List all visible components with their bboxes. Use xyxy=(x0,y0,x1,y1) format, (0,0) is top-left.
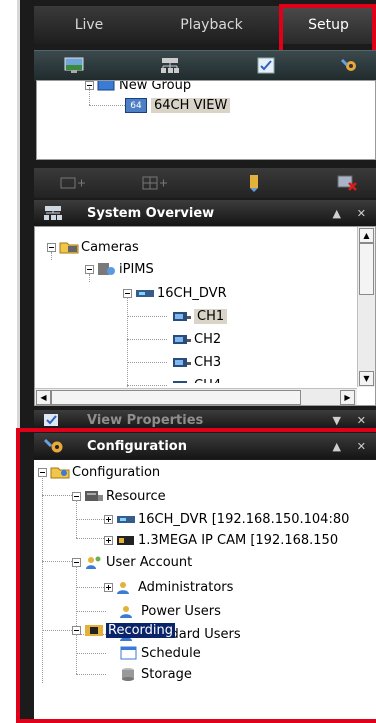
scroll-right-button[interactable]: ▶ xyxy=(340,390,355,405)
display-icon[interactable] xyxy=(64,57,84,74)
checklist-icon[interactable] xyxy=(256,57,276,74)
tab-live[interactable]: Live xyxy=(34,6,144,44)
panel-controls[interactable]: ▼ ✕ xyxy=(332,414,372,427)
tab-live-label: Live xyxy=(74,17,104,33)
settings-icon[interactable] xyxy=(339,57,359,74)
dvr-label: 16CH_DVR xyxy=(157,285,227,301)
tree-item-cameras[interactable]: Cameras xyxy=(47,237,139,257)
view-properties-header[interactable]: View Properties ▼ ✕ xyxy=(34,410,376,430)
group-icon xyxy=(97,81,115,92)
tab-playback-label: Playback xyxy=(180,17,243,33)
tree-item-ch1[interactable]: CH1 xyxy=(169,306,228,326)
tree-item-ch3[interactable]: CH3 xyxy=(169,352,221,372)
group-tree-panel: New Group 64 64CH VIEW xyxy=(36,80,376,160)
ch3-label: CH3 xyxy=(194,354,222,370)
system-overview-header[interactable]: System Overview ▲ ✕ xyxy=(34,200,376,226)
camera-icon xyxy=(172,332,191,346)
scroll-up-button[interactable]: ▲ xyxy=(359,228,374,243)
tab-playback[interactable]: Playback xyxy=(144,6,279,44)
collapse-toggle[interactable] xyxy=(85,264,94,274)
cameras-label: Cameras xyxy=(81,239,139,255)
tree-item-64ch-view[interactable]: 64 64CH VIEW xyxy=(125,95,231,115)
system-overview-title: System Overview xyxy=(87,205,215,221)
view-properties-title: View Properties xyxy=(87,412,204,428)
network-icon xyxy=(43,205,63,225)
ch1-label: CH1 xyxy=(194,308,228,324)
setup-toolbar xyxy=(34,50,376,81)
tree-item-new-group[interactable]: New Group xyxy=(85,80,192,95)
configuration-highlight-box xyxy=(16,428,376,723)
collapse-toggle[interactable] xyxy=(47,242,56,252)
scroll-thumb[interactable] xyxy=(359,243,374,295)
network-icon[interactable] xyxy=(160,57,180,74)
ipims-label: iPIMS xyxy=(119,261,154,277)
scroll-left-button[interactable]: ◀ xyxy=(36,390,51,405)
delete-icon[interactable] xyxy=(337,174,359,196)
setup-highlight-box xyxy=(279,4,376,54)
tree-item-ipims[interactable]: iPIMS xyxy=(85,259,154,279)
add-view-icon[interactable] xyxy=(142,175,168,195)
tree-item-ch2[interactable]: CH2 xyxy=(169,329,221,349)
system-overview-tree: Cameras iPIMS 16CH_DVR CH1 CH2 CH3 CH4 ▲… xyxy=(34,226,376,406)
tree-item-16ch-dvr[interactable]: 16CH_DVR xyxy=(123,283,227,303)
view-label: 64CH VIEW xyxy=(151,97,231,113)
view-icon: 64 xyxy=(125,97,147,113)
ch2-label: CH2 xyxy=(194,331,222,347)
server-icon xyxy=(97,262,115,276)
folder-icon xyxy=(59,240,79,254)
camera-icon xyxy=(172,355,191,369)
vertical-scrollbar[interactable]: ▲ ▼ xyxy=(357,227,375,387)
tree-action-bar xyxy=(34,168,376,198)
horizontal-scrollbar[interactable]: ◀ ▶ xyxy=(35,388,357,405)
edit-icon[interactable] xyxy=(248,174,260,196)
hscroll-thumb[interactable] xyxy=(51,390,301,405)
camera-icon xyxy=(172,309,191,323)
scroll-down-button[interactable]: ▼ xyxy=(359,371,374,386)
panel-controls[interactable]: ▲ ✕ xyxy=(332,207,372,220)
add-group-icon[interactable] xyxy=(60,175,86,195)
dvr-icon xyxy=(135,286,154,300)
group-label: New Group xyxy=(119,80,192,93)
